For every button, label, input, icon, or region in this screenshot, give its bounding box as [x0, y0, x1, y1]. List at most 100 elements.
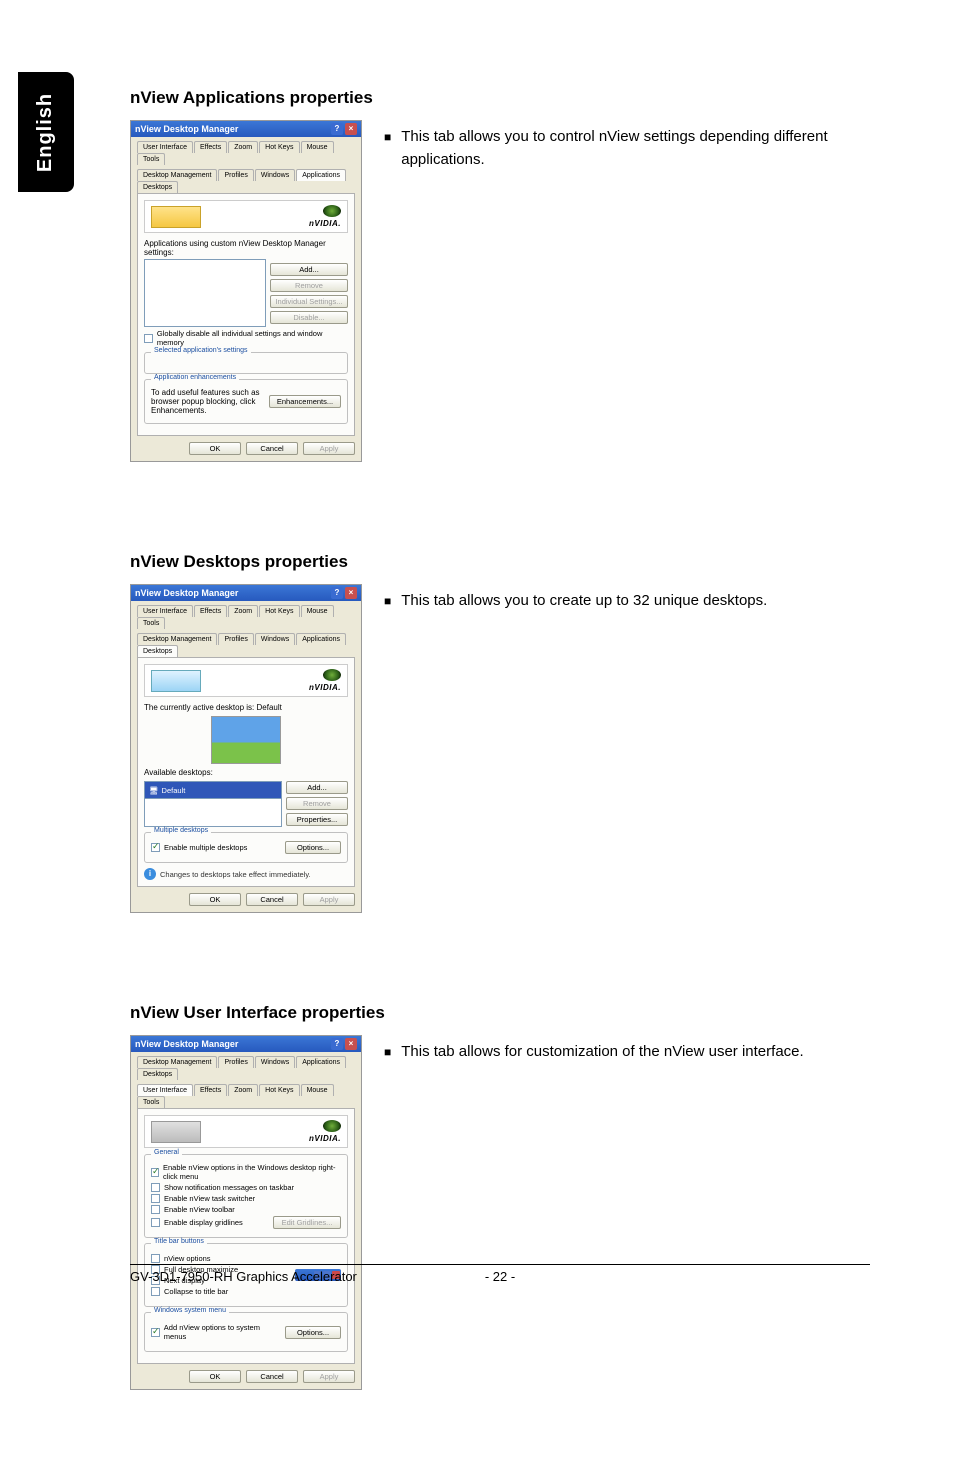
sysmenu-group: Windows system menu Add nView options to…	[144, 1312, 348, 1352]
desktops-desc: This tab allows you to create up to 32 u…	[401, 590, 767, 613]
dialog-titlebar: nView Desktop Manager ? ×	[131, 1036, 361, 1052]
tab-applications[interactable]: Applications	[296, 1056, 346, 1068]
enable-multiple-input[interactable]	[151, 843, 160, 852]
bullet-icon: ■	[384, 126, 391, 149]
tab-desktops[interactable]: Desktops	[137, 645, 178, 657]
close-icon[interactable]: ×	[345, 587, 357, 599]
sysmenu-checkbox[interactable]: Add nView options to system menus	[151, 1323, 281, 1341]
close-icon[interactable]: ×	[345, 123, 357, 135]
tab-effects[interactable]: Effects	[194, 141, 227, 153]
options-button[interactable]: Options...	[285, 841, 341, 854]
brand-text: nVIDIA.	[309, 219, 341, 228]
general-group: General Enable nView options in the Wind…	[144, 1154, 348, 1238]
tab-tools[interactable]: Tools	[137, 1096, 165, 1108]
tab-effects[interactable]: Effects	[194, 605, 227, 617]
tb1-checkbox[interactable]: nView options	[151, 1254, 291, 1263]
tab-mouse[interactable]: Mouse	[301, 1084, 334, 1096]
selected-app-group-title: Selected application's settings	[151, 347, 251, 354]
tab-hot-keys[interactable]: Hot Keys	[259, 1084, 299, 1096]
opt4-checkbox[interactable]: Enable nView toolbar	[151, 1205, 341, 1214]
dialog-titlebar: nView Desktop Manager ? ×	[131, 121, 361, 137]
available-label: Available desktops:	[144, 768, 348, 777]
sysmenu-group-title: Windows system menu	[151, 1307, 229, 1314]
tab-hot-keys[interactable]: Hot Keys	[259, 605, 299, 617]
cancel-button[interactable]: Cancel	[246, 442, 298, 455]
tab-hot-keys[interactable]: Hot Keys	[259, 141, 299, 153]
tab-desktops[interactable]: Desktops	[137, 181, 178, 193]
tab-row-1: User Interface Effects Zoom Hot Keys Mou…	[131, 601, 361, 629]
tab-row-1: Desktop Management Profiles Windows Appl…	[131, 1052, 361, 1080]
page-footer: GV-3D1-7950-RH Graphics Accelerator - 22…	[130, 1264, 870, 1284]
tab-effects[interactable]: Effects	[194, 1084, 227, 1096]
tab-desktop-mgmt[interactable]: Desktop Management	[137, 633, 217, 645]
tab-desktop-mgmt[interactable]: Desktop Management	[137, 1056, 217, 1068]
add-button[interactable]: Add...	[286, 781, 348, 794]
info-icon: i	[144, 868, 156, 880]
apply-button: Apply	[303, 1370, 355, 1383]
enhancements-button[interactable]: Enhancements...	[269, 395, 341, 408]
titlebar-group-title: Title bar buttons	[151, 1238, 207, 1245]
opt3-checkbox[interactable]: Enable nView task switcher	[151, 1194, 341, 1203]
tab-desktops[interactable]: Desktops	[137, 1068, 178, 1080]
tab-user-interface[interactable]: User Interface	[137, 141, 193, 153]
cancel-button[interactable]: Cancel	[246, 893, 298, 906]
tab-applications[interactable]: Applications	[296, 169, 346, 181]
remove-button: Remove	[286, 797, 348, 810]
banner: nVIDIA.	[144, 200, 348, 233]
tab-mouse[interactable]: Mouse	[301, 141, 334, 153]
heading-applications: nView Applications properties	[130, 88, 910, 108]
tab-profiles[interactable]: Profiles	[218, 169, 253, 181]
bullet-icon: ■	[384, 590, 391, 613]
selected-app-group: Selected application's settings	[144, 352, 348, 374]
cancel-button[interactable]: Cancel	[246, 1370, 298, 1383]
options-button[interactable]: Options...	[285, 1326, 341, 1339]
nvidia-eye-icon	[323, 669, 341, 681]
tab-profiles[interactable]: Profiles	[218, 1056, 253, 1068]
tab-row-1: User Interface Effects Zoom Hot Keys Mou…	[131, 137, 361, 165]
help-icon[interactable]: ?	[331, 123, 343, 135]
tab-user-interface[interactable]: User Interface	[137, 1084, 193, 1096]
tab-row-2: Desktop Management Profiles Windows Appl…	[131, 629, 361, 657]
global-disable-input[interactable]	[144, 334, 153, 343]
tab-windows[interactable]: Windows	[255, 169, 295, 181]
tab-windows[interactable]: Windows	[255, 633, 295, 645]
help-icon[interactable]: ?	[331, 1038, 343, 1050]
tab-windows[interactable]: Windows	[255, 1056, 295, 1068]
enable-multiple-label: Enable multiple desktops	[164, 843, 247, 852]
available-desktops-listbox[interactable]: 🖥 Default	[144, 781, 282, 799]
tab-row-2: User Interface Effects Zoom Hot Keys Mou…	[131, 1080, 361, 1108]
tab-zoom[interactable]: Zoom	[228, 141, 258, 153]
tab-profiles[interactable]: Profiles	[218, 633, 253, 645]
disable-button: Disable...	[270, 311, 348, 324]
apps-listbox[interactable]	[144, 259, 266, 327]
brand-text: nVIDIA.	[309, 683, 341, 692]
individual-settings-button: Individual Settings...	[270, 295, 348, 308]
tab-mouse[interactable]: Mouse	[301, 605, 334, 617]
close-icon[interactable]: ×	[345, 1038, 357, 1050]
brand-text: nVIDIA.	[309, 1134, 341, 1143]
tab-zoom[interactable]: Zoom	[228, 605, 258, 617]
tab-applications[interactable]: Applications	[296, 633, 346, 645]
tab-tools[interactable]: Tools	[137, 153, 165, 165]
ok-button[interactable]: OK	[189, 893, 241, 906]
enable-multiple-checkbox[interactable]: Enable multiple desktops	[151, 843, 281, 852]
language-label: English	[35, 92, 58, 171]
opt5-checkbox[interactable]: Enable display gridlines	[151, 1218, 269, 1227]
tab-tools[interactable]: Tools	[137, 617, 165, 629]
properties-button[interactable]: Properties...	[286, 813, 348, 826]
help-icon[interactable]: ?	[331, 587, 343, 599]
banner: nVIDIA.	[144, 1115, 348, 1148]
opt2-checkbox[interactable]: Show notification messages on taskbar	[151, 1183, 341, 1192]
edit-gridlines-button: Edit Gridlines...	[273, 1216, 341, 1229]
tab-zoom[interactable]: Zoom	[228, 1084, 258, 1096]
add-button[interactable]: Add...	[270, 263, 348, 276]
ok-button[interactable]: OK	[189, 442, 241, 455]
global-disable-label: Globally disable all individual settings…	[157, 329, 348, 347]
global-disable-checkbox[interactable]: Globally disable all individual settings…	[144, 329, 348, 347]
tb4-checkbox[interactable]: Collapse to title bar	[151, 1287, 291, 1296]
opt1-checkbox[interactable]: Enable nView options in the Windows desk…	[151, 1163, 341, 1181]
ok-button[interactable]: OK	[189, 1370, 241, 1383]
tab-user-interface[interactable]: User Interface	[137, 605, 193, 617]
tab-desktop-mgmt[interactable]: Desktop Management	[137, 169, 217, 181]
section-applications: nView Applications properties nView Desk…	[130, 88, 910, 462]
